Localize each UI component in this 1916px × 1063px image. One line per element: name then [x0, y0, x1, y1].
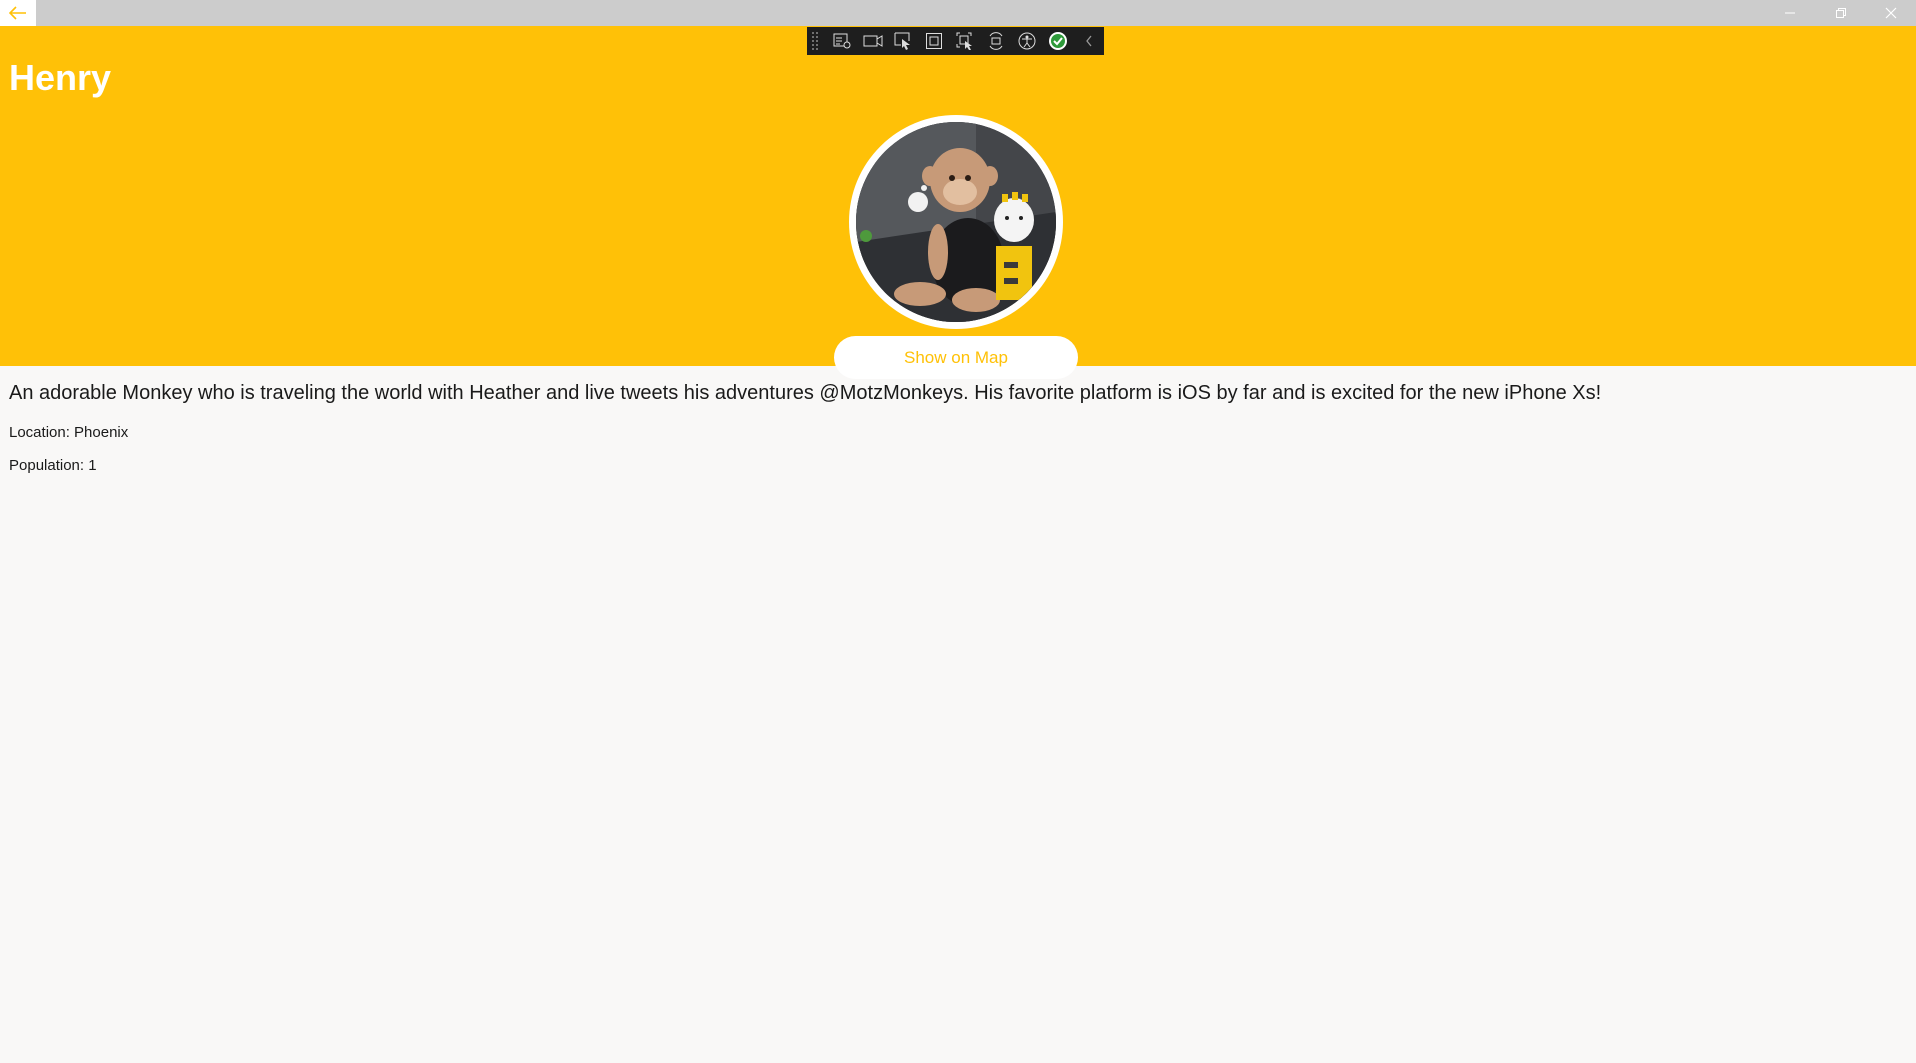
- grip-handle[interactable]: [811, 31, 821, 51]
- back-button[interactable]: [0, 0, 36, 26]
- minimize-icon: [1785, 12, 1795, 14]
- debug-toolbar: [807, 27, 1104, 55]
- title-bar: [0, 0, 1916, 26]
- details-panel: An adorable Monkey who is traveling the …: [9, 378, 1899, 488]
- avatar-ring: [849, 115, 1063, 329]
- select-element-icon[interactable]: [888, 27, 919, 55]
- binding-status-ok-icon[interactable]: [1042, 27, 1073, 55]
- monkey-photo: [856, 122, 1056, 322]
- avatar: [856, 122, 1056, 322]
- profile-header: Henry Show on Map: [0, 26, 1916, 379]
- show-on-map-button[interactable]: Show on Map: [834, 336, 1078, 379]
- monkey-description: An adorable Monkey who is traveling the …: [9, 382, 1602, 404]
- hot-reload-icon[interactable]: [981, 27, 1012, 55]
- population-label: Population: 1: [9, 457, 97, 474]
- accessibility-checker-icon[interactable]: [1011, 27, 1042, 55]
- minimize-button[interactable]: [1767, 0, 1813, 26]
- page-title: Henry: [9, 57, 112, 98]
- restore-button[interactable]: [1818, 0, 1864, 26]
- arrow-left-icon: [9, 6, 26, 20]
- live-visual-tree-icon[interactable]: [826, 27, 857, 55]
- close-icon: [1885, 7, 1897, 19]
- track-focused-element-icon[interactable]: [950, 27, 981, 55]
- display-layout-adorners-icon[interactable]: [919, 27, 950, 55]
- close-button[interactable]: [1868, 0, 1914, 26]
- restore-icon: [1836, 8, 1846, 18]
- collapse-toolbar-icon[interactable]: [1073, 27, 1104, 55]
- location-label: Location: Phoenix: [9, 424, 129, 441]
- video-record-icon[interactable]: [857, 27, 888, 55]
